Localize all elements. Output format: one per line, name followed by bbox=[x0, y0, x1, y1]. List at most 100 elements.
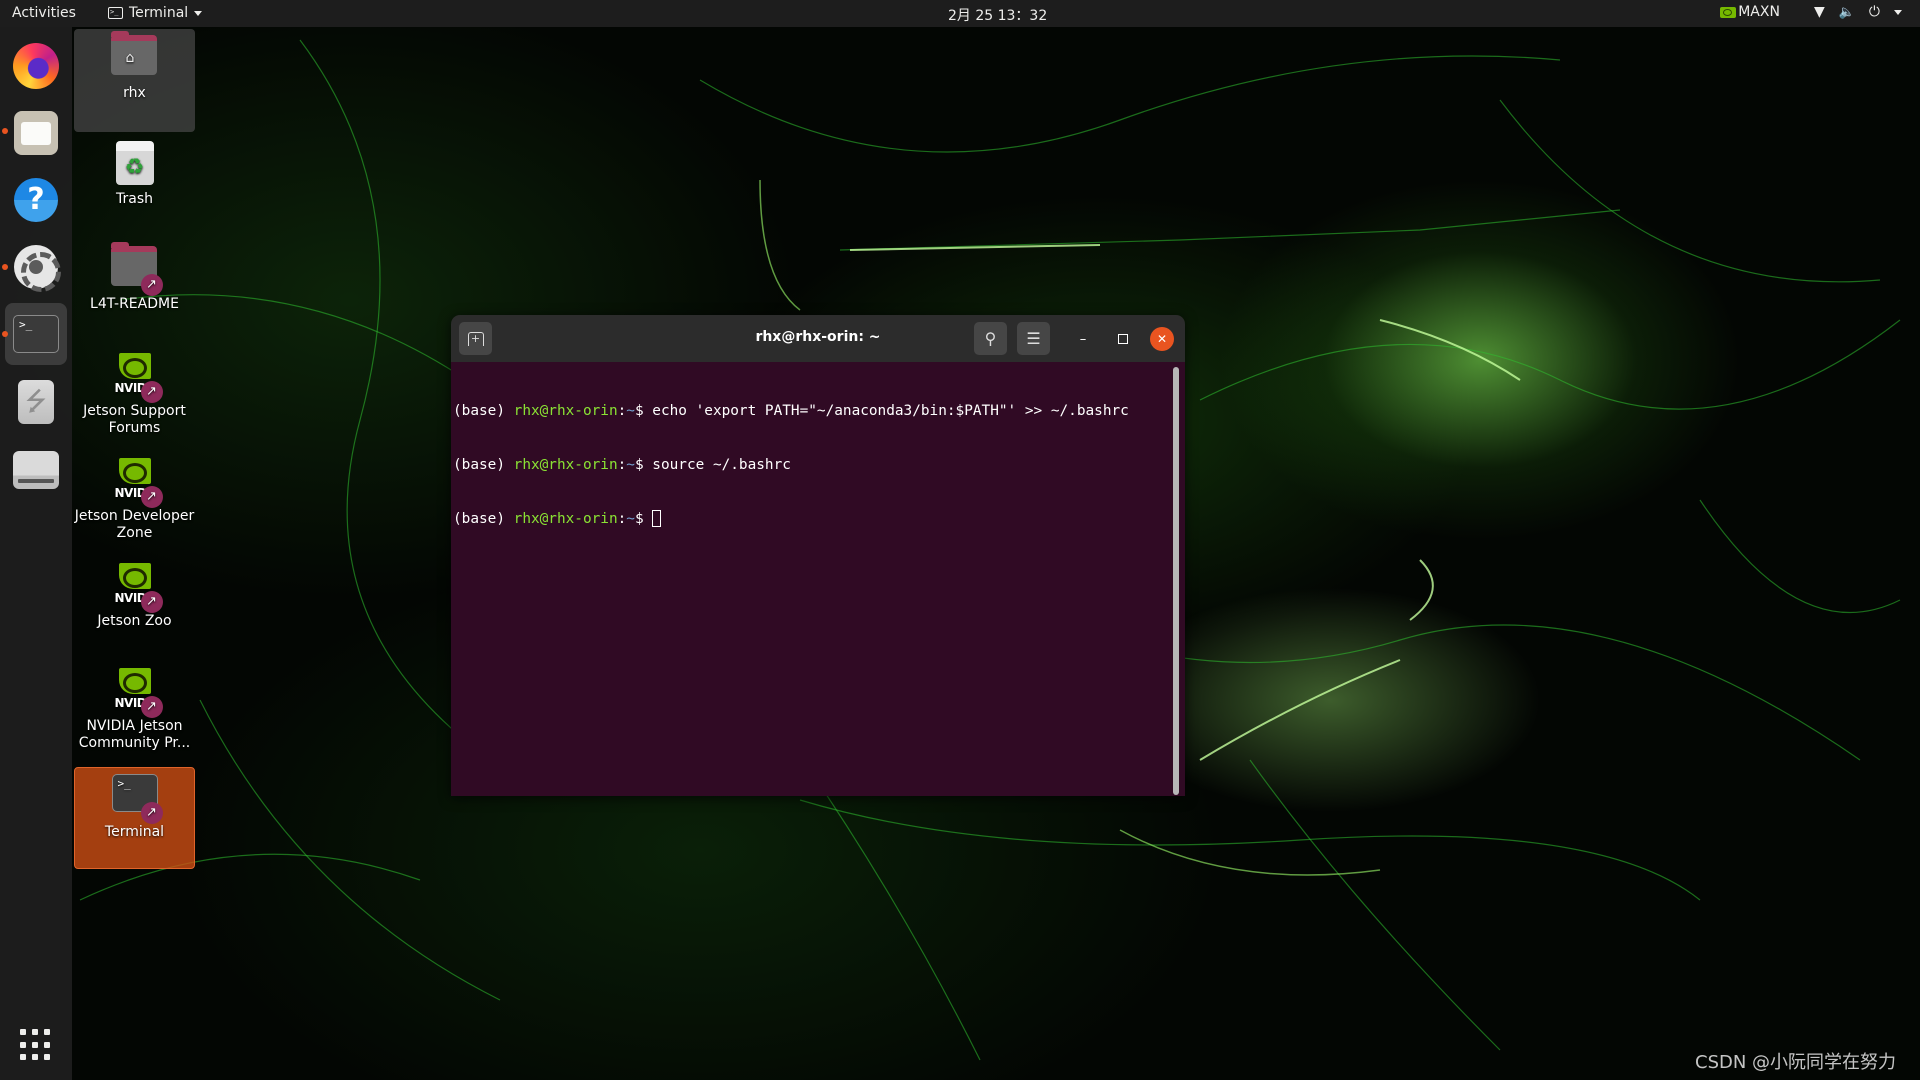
grid-dot bbox=[20, 1029, 26, 1035]
app-menu-button[interactable]: >_ Terminal bbox=[108, 5, 203, 21]
nvidia-icon bbox=[1720, 6, 1737, 18]
prompt-user: rhx@rhx-orin bbox=[513, 403, 618, 419]
desktop-icon-jetson-support-forums[interactable]: NVIDIA ↗ Jetson Support Forums bbox=[74, 347, 195, 437]
terminal-line: (base) rhx@rhx-orin:~$ source ~/.bashrc bbox=[453, 456, 1183, 474]
desktop-icon-terminal[interactable]: >_ ↗ Terminal bbox=[74, 767, 195, 869]
terminal-icon: >_ bbox=[13, 315, 59, 353]
top-bar: Activities >_ Terminal 2月 25 13：32 MAXN … bbox=[0, 0, 1920, 27]
system-tray[interactable]: MAXN ▼ 🔈 ⏻ bbox=[1720, 4, 1902, 20]
terminal-window[interactable]: + rhx@rhx-orin: ~ ⚲ ☰ – ✕ (base) rhx@rhx… bbox=[451, 315, 1185, 796]
search-icon: ⚲ bbox=[984, 329, 997, 348]
files-icon bbox=[14, 111, 58, 155]
grid-dot bbox=[44, 1041, 50, 1048]
folder-icon: ↗ bbox=[110, 242, 163, 296]
prompt-path: ~ bbox=[626, 403, 635, 419]
terminal-scrollbar[interactable] bbox=[1173, 367, 1179, 795]
desktop-icon-label: Terminal bbox=[104, 824, 165, 840]
grid-dot bbox=[32, 1041, 38, 1048]
dock-item-drive[interactable] bbox=[5, 439, 67, 501]
dock-item-firefox[interactable] bbox=[5, 35, 67, 97]
prompt-user: rhx@rhx-orin bbox=[513, 457, 618, 473]
menu-icon: ☰ bbox=[1026, 329, 1041, 348]
desktop-icon-label: Jetson Support Forums bbox=[83, 403, 186, 436]
grid-dot bbox=[44, 1029, 50, 1035]
wifi-icon[interactable]: ▼ bbox=[1814, 4, 1825, 20]
grid-dot bbox=[20, 1041, 26, 1048]
prompt-symbol: $ bbox=[634, 457, 653, 473]
prompt-path: ~ bbox=[626, 511, 635, 527]
home-folder-icon: ⌂ bbox=[110, 31, 159, 83]
prompt-user: rhx@rhx-orin bbox=[513, 511, 618, 527]
nvidia-logo-icon: NVIDIA ↗ bbox=[111, 563, 163, 613]
volume-icon[interactable]: 🔈 bbox=[1839, 5, 1855, 20]
prompt-path: ~ bbox=[626, 457, 635, 473]
nvidia-logo-icon: NVIDIA ↗ bbox=[111, 668, 163, 718]
prompt-separator: : bbox=[617, 403, 627, 419]
link-arrow-icon: ↗ bbox=[140, 696, 163, 718]
show-applications-button[interactable] bbox=[20, 1029, 52, 1061]
activities-button[interactable]: Activities bbox=[12, 5, 76, 21]
desktop-icon-jetson-developer-zone[interactable]: NVIDIA ↗ Jetson Developer Zone bbox=[74, 452, 195, 542]
minimize-button[interactable]: – bbox=[1071, 327, 1095, 351]
command-text: echo 'export PATH="~/anaconda3/bin:$PATH… bbox=[652, 403, 1129, 419]
command-text: source ~/.bashrc bbox=[652, 457, 791, 473]
text-cursor bbox=[652, 510, 662, 527]
help-icon: ? bbox=[14, 178, 58, 222]
nvidia-logo-icon: NVIDIA ↗ bbox=[111, 353, 163, 403]
clock[interactable]: 2月 25 13：32 bbox=[948, 5, 1047, 25]
link-arrow-icon: ↗ bbox=[140, 274, 163, 296]
power-mode-label: MAXN bbox=[1738, 4, 1780, 20]
prompt-separator: : bbox=[617, 511, 627, 527]
desktop-icon-label: Jetson Developer Zone bbox=[74, 508, 195, 541]
terminal-line: (base) rhx@rhx-orin:~$ echo 'export PATH… bbox=[453, 402, 1183, 420]
prompt-separator: : bbox=[617, 457, 627, 473]
running-indicator bbox=[2, 128, 8, 134]
minimize-icon: – bbox=[1079, 331, 1087, 347]
desktop-icon-nvidia-jetson-community[interactable]: NVIDIA ↗ NVIDIA Jetson Community Pr... bbox=[74, 662, 195, 752]
running-indicator bbox=[2, 264, 8, 270]
close-icon: ✕ bbox=[1156, 332, 1168, 346]
desktop-icon-label: Jetson Zoo bbox=[97, 613, 172, 629]
desktop-icon-l4t-readme[interactable]: ↗ L4T-README bbox=[74, 240, 195, 315]
settings-icon bbox=[14, 245, 61, 292]
grid-dot bbox=[44, 1054, 50, 1061]
desktop-icon-home[interactable]: ⌂ rhx bbox=[74, 29, 195, 132]
firefox-icon bbox=[13, 43, 59, 89]
terminal-icon: >_ ↗ bbox=[111, 774, 163, 824]
desktop-icon-jetson-zoo[interactable]: NVIDIA ↗ Jetson Zoo bbox=[74, 557, 195, 632]
grid-dot bbox=[20, 1054, 26, 1061]
chevron-down-icon[interactable] bbox=[1894, 9, 1902, 15]
dock-item-files[interactable] bbox=[5, 102, 67, 164]
running-indicator bbox=[2, 331, 8, 337]
grid-dot bbox=[32, 1029, 38, 1035]
desktop-icon-label: L4T-README bbox=[90, 296, 179, 312]
watermark: CSDN @小阮同学在努力 bbox=[1695, 1052, 1897, 1073]
nvidia-logo-icon: NVIDIA ↗ bbox=[111, 458, 163, 508]
recycle-icon: ♻ bbox=[115, 141, 154, 185]
dock-item-terminal[interactable]: >_ bbox=[5, 303, 67, 365]
dock-item-settings[interactable] bbox=[5, 236, 67, 298]
dock-item-help[interactable]: ? bbox=[5, 169, 67, 231]
prompt-symbol: $ bbox=[634, 511, 653, 527]
power-mode-indicator[interactable]: MAXN bbox=[1720, 4, 1780, 20]
hamburger-menu-button[interactable]: ☰ bbox=[1017, 322, 1050, 355]
desktop-icon-label: Trash bbox=[116, 191, 153, 207]
app-menu-label: Terminal bbox=[129, 5, 189, 21]
link-arrow-icon: ↗ bbox=[140, 802, 163, 824]
dock: ? >_ ⭍ bbox=[0, 27, 72, 1080]
maximize-icon bbox=[1118, 334, 1128, 344]
prompt-symbol: $ bbox=[634, 403, 653, 419]
trash-icon: ♻ bbox=[111, 141, 159, 189]
search-button[interactable]: ⚲ bbox=[974, 322, 1007, 355]
maximize-button[interactable] bbox=[1111, 327, 1135, 351]
terminal-header-bar[interactable]: + rhx@rhx-orin: ~ ⚲ ☰ – ✕ bbox=[451, 315, 1185, 362]
grid-dot bbox=[32, 1054, 38, 1061]
terminal-output[interactable]: (base) rhx@rhx-orin:~$ echo 'export PATH… bbox=[451, 362, 1185, 796]
dock-item-usb-drive[interactable]: ⭍ bbox=[5, 371, 67, 433]
power-icon[interactable]: ⏻ bbox=[1869, 4, 1880, 20]
drive-icon bbox=[13, 451, 59, 489]
desktop-icon-trash[interactable]: ♻ Trash bbox=[74, 135, 195, 210]
close-button[interactable]: ✕ bbox=[1150, 327, 1174, 351]
conda-env: (base) bbox=[453, 457, 514, 473]
desktop-icon-label: rhx bbox=[123, 85, 146, 101]
